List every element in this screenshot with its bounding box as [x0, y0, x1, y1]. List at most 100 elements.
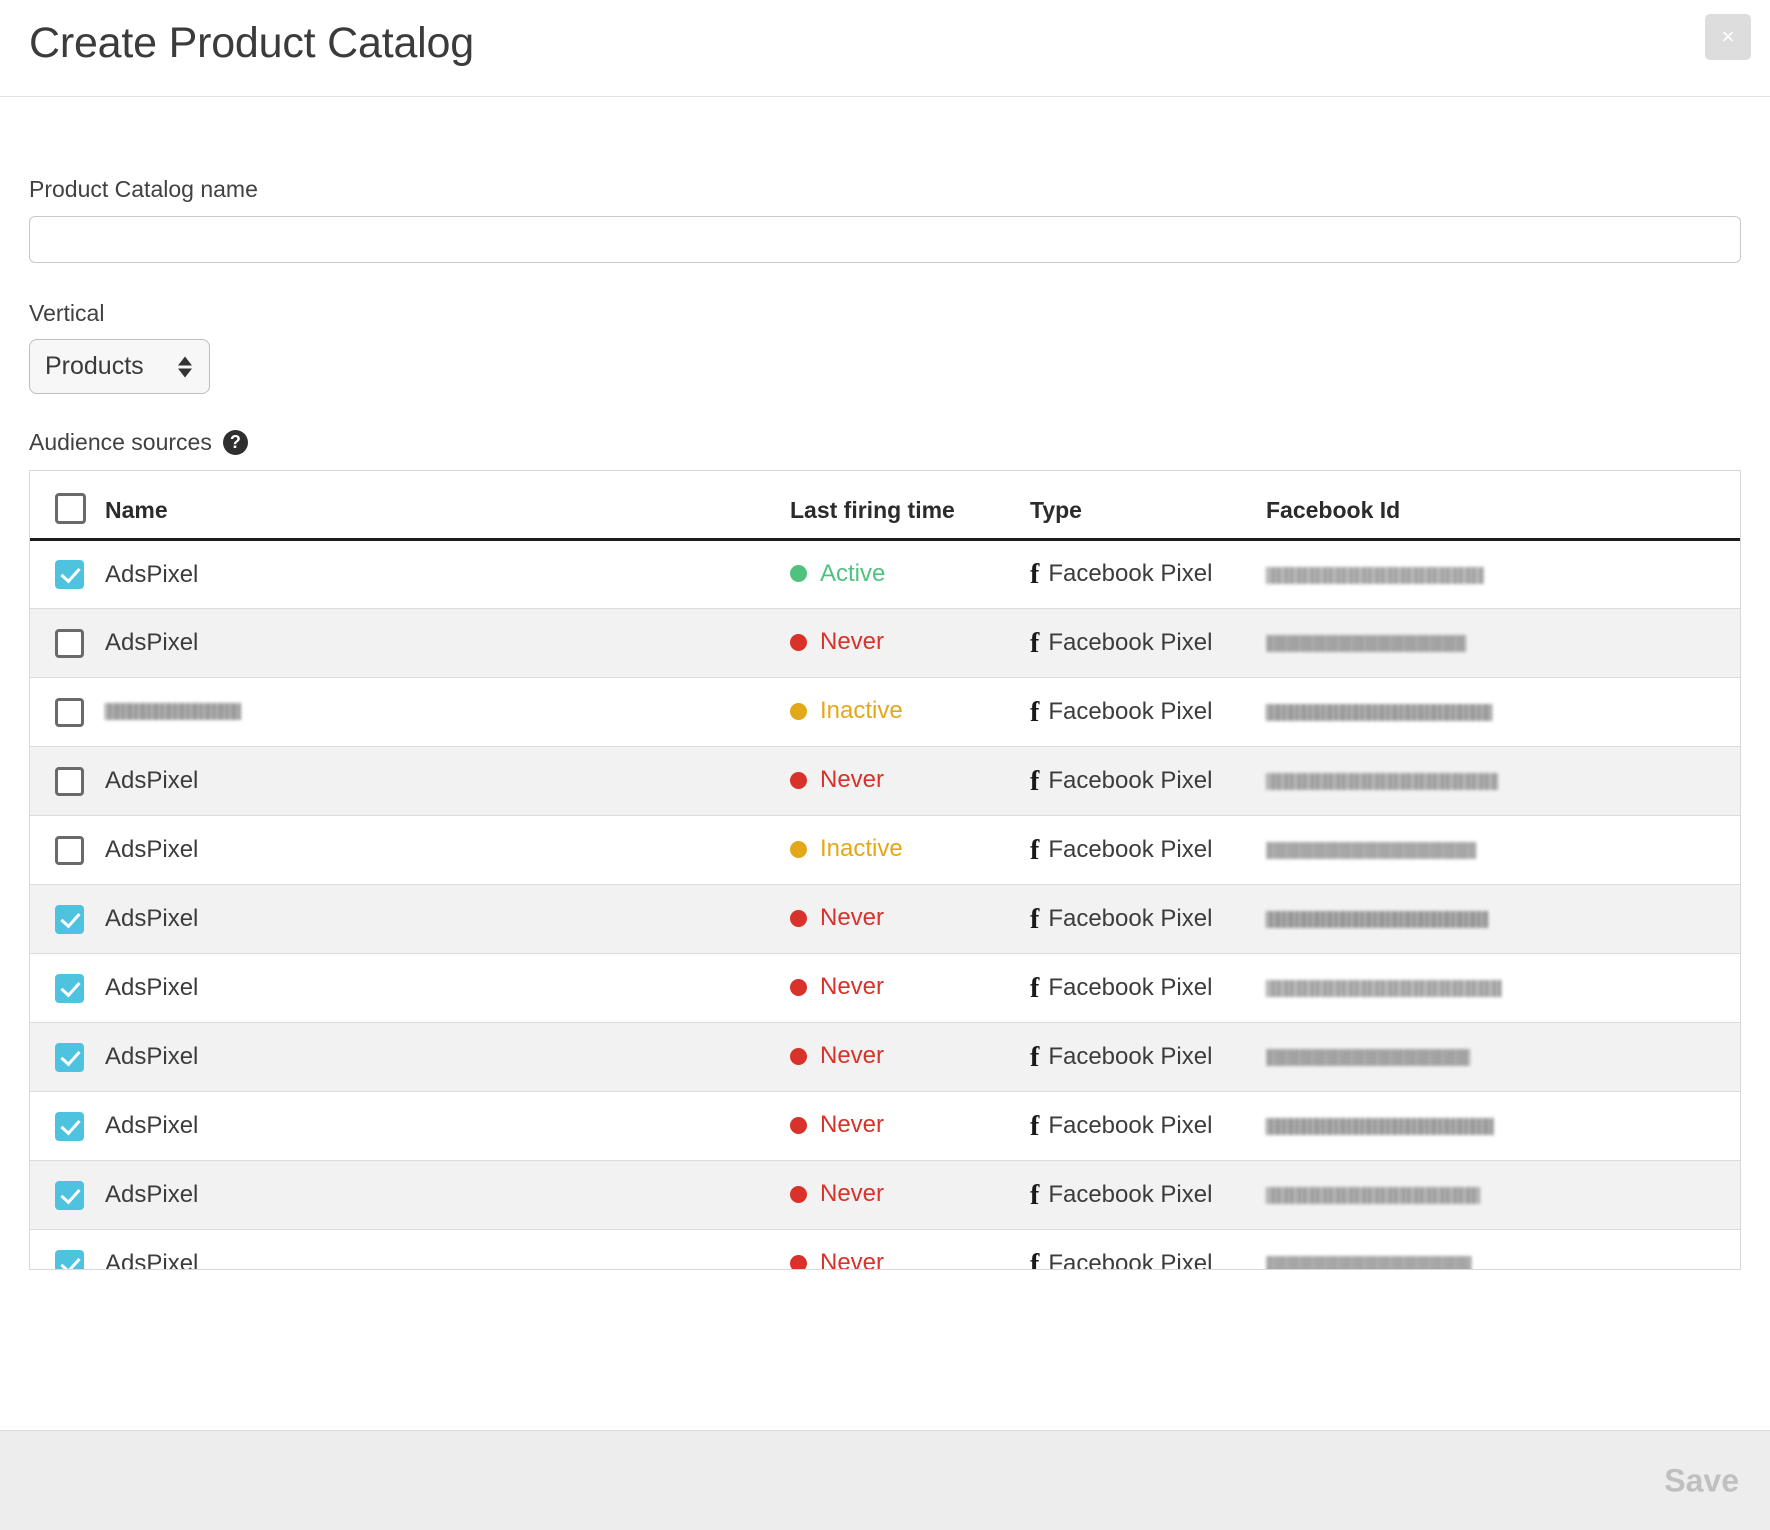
status-dot-icon [790, 633, 807, 651]
row-type-cell: f Facebook Pixel [1030, 746, 1266, 816]
row-checkbox-checked[interactable] [55, 1111, 84, 1141]
table-row[interactable]: AdsPixel Never f Facebook Pixel [30, 1160, 1740, 1230]
row-facebook-id-cell [1266, 815, 1740, 885]
vertical-select[interactable]: Products [29, 339, 210, 394]
row-type-cell: f Facebook Pixel [1030, 1091, 1266, 1161]
row-last-firing-time-cell: Inactive [790, 677, 1030, 747]
row-checkbox-cell [30, 539, 105, 609]
row-checkbox-unchecked[interactable] [55, 835, 84, 865]
facebook-icon: f [1030, 765, 1040, 797]
vertical-label: Vertical [29, 300, 105, 326]
status-dot-icon [790, 840, 807, 858]
row-checkbox-checked[interactable] [55, 1180, 84, 1210]
table-row[interactable]: AdsPixel Never f Facebook Pixel [30, 1091, 1740, 1161]
row-type-cell: f Facebook Pixel [1030, 1229, 1266, 1270]
column-header-type[interactable]: Type [1030, 471, 1266, 541]
table-row[interactable]: AdsPixel Never f Facebook Pixel [30, 1229, 1740, 1270]
row-checkbox-cell [30, 1229, 105, 1269]
redacted-facebook-id [1266, 911, 1488, 929]
type-label: Facebook Pixel [1048, 904, 1213, 932]
row-name-text: AdsPixel [105, 836, 199, 863]
row-checkbox-cell [30, 815, 105, 885]
row-checkbox-cell [30, 1091, 105, 1161]
facebook-icon: f [1030, 834, 1040, 866]
status-badge: Never [790, 1042, 884, 1070]
column-header-name[interactable]: Name [105, 471, 790, 541]
row-name-cell: AdsPixel [105, 815, 790, 885]
select-all-checkbox[interactable] [55, 493, 86, 524]
table-row[interactable]: Inactive f Facebook Pixel [30, 677, 1740, 747]
type-value: f Facebook Pixel [1030, 903, 1213, 935]
dialog-header: Create Product Catalog × [0, 0, 1770, 97]
type-label: Facebook Pixel [1048, 697, 1213, 725]
redacted-facebook-id [1266, 1118, 1494, 1136]
row-checkbox-unchecked[interactable] [55, 628, 84, 658]
row-last-firing-time-cell: Never [790, 608, 1030, 678]
row-last-firing-time-cell: Never [790, 1160, 1030, 1230]
table-row[interactable]: AdsPixel Never f Facebook Pixel [30, 746, 1740, 816]
row-last-firing-time-cell: Inactive [790, 815, 1030, 885]
status-dot-icon [790, 771, 807, 789]
vertical-select-wrapper: Products [29, 339, 210, 394]
row-checkbox-checked[interactable] [55, 560, 84, 590]
row-checkbox-cell [30, 1022, 105, 1092]
status-dot-icon [790, 909, 807, 927]
row-checkbox-checked[interactable] [55, 904, 84, 934]
facebook-icon: f [1030, 696, 1040, 728]
row-facebook-id-cell [1266, 1091, 1740, 1161]
column-header-facebook-id[interactable]: Facebook Id [1266, 471, 1740, 541]
type-label: Facebook Pixel [1048, 560, 1213, 587]
status-label: Never [820, 1180, 885, 1208]
row-name-cell: AdsPixel [105, 746, 790, 816]
close-icon[interactable]: × [1705, 14, 1751, 60]
row-checkbox-cell [30, 884, 105, 954]
row-facebook-id-cell [1266, 1022, 1740, 1092]
table-row[interactable]: AdsPixel Active f Facebook Pixel [30, 539, 1740, 609]
table-row[interactable]: AdsPixel Inactive f Facebook Pixel [30, 815, 1740, 885]
row-checkbox-unchecked[interactable] [55, 766, 84, 796]
status-badge: Never [790, 973, 884, 1001]
status-badge: Never [790, 766, 884, 794]
catalog-name-label: Product Catalog name [29, 176, 258, 202]
status-label: Never [820, 904, 885, 932]
row-name-cell: AdsPixel [105, 1160, 790, 1230]
row-name-cell: AdsPixel [105, 953, 790, 1023]
table-row[interactable]: AdsPixel Never f Facebook Pixel [30, 884, 1740, 954]
row-checkbox-unchecked[interactable] [55, 697, 84, 727]
status-label: Never [820, 1042, 885, 1070]
type-label: Facebook Pixel [1048, 766, 1213, 794]
status-badge: Never [790, 1111, 884, 1139]
status-dot-icon [790, 702, 807, 720]
type-label: Facebook Pixel [1048, 835, 1213, 863]
type-value: f Facebook Pixel [1030, 1250, 1212, 1270]
status-badge: Never [790, 628, 884, 656]
audience-sources-table: Name Last firing time Type Facebook Id A… [30, 471, 1740, 1270]
column-header-last-firing-time[interactable]: Last firing time [790, 471, 1030, 541]
redacted-facebook-id [1266, 1187, 1480, 1205]
save-button[interactable]: Save [1664, 1462, 1739, 1499]
row-checkbox-cell [30, 953, 105, 1023]
status-badge: Inactive [790, 835, 903, 863]
catalog-name-input[interactable] [29, 216, 1741, 263]
audience-sources-table-container[interactable]: Name Last firing time Type Facebook Id A… [29, 470, 1741, 1270]
row-type-cell: f Facebook Pixel [1030, 815, 1266, 885]
table-row[interactable]: AdsPixel Never f Facebook Pixel [30, 1022, 1740, 1092]
facebook-icon: f [1030, 903, 1040, 935]
table-row[interactable]: AdsPixel Never f Facebook Pixel [30, 953, 1740, 1023]
facebook-icon: f [1030, 1041, 1040, 1073]
row-facebook-id-cell [1266, 1229, 1740, 1269]
status-dot-icon [790, 978, 807, 996]
type-label: Facebook Pixel [1048, 1042, 1213, 1070]
question-mark-icon[interactable]: ? [222, 429, 248, 455]
row-checkbox-checked[interactable] [55, 973, 84, 1003]
type-label: Facebook Pixel [1048, 1180, 1213, 1208]
type-value: f Facebook Pixel [1030, 1112, 1212, 1141]
status-label: Active [820, 559, 886, 587]
row-facebook-id-cell [1266, 677, 1740, 747]
row-facebook-id-cell [1266, 953, 1740, 1023]
row-checkbox-cell [30, 608, 105, 678]
row-checkbox-checked[interactable] [55, 1042, 84, 1072]
row-checkbox-checked[interactable] [55, 1249, 84, 1269]
row-checkbox-cell [30, 746, 105, 816]
table-row[interactable]: AdsPixel Never f Facebook Pixel [30, 608, 1740, 678]
